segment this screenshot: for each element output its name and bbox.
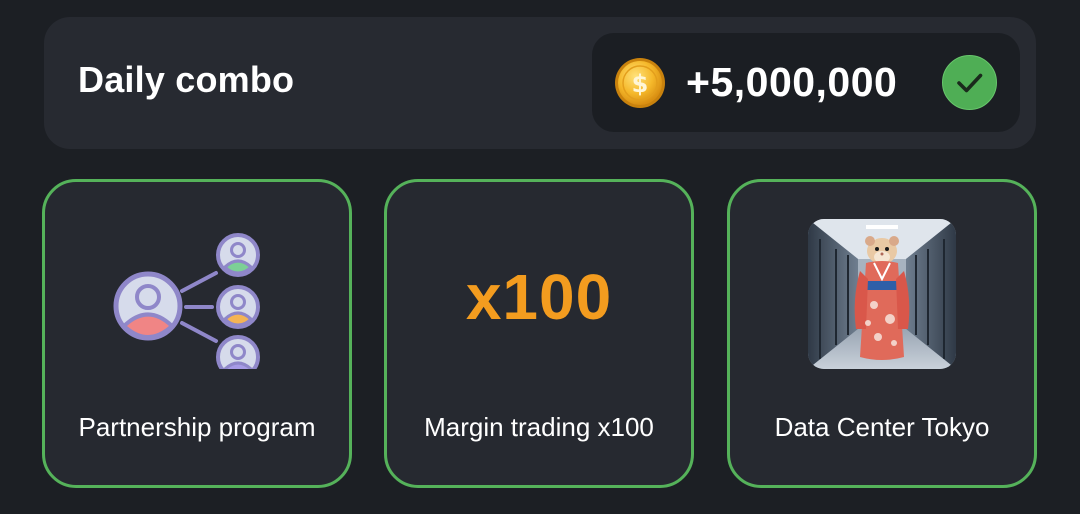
dollar-coin-icon: $ [615,58,665,108]
card-label: Margin trading x100 [424,412,654,442]
reward-pill: $ +5,000,000 [592,33,1020,132]
card-art [730,216,1034,372]
svg-text:$: $ [632,70,649,98]
card-label: Partnership program [78,412,316,442]
combo-card-data-center-tokyo[interactable]: Data Center Tokyo [727,179,1037,488]
combo-card-partnership-program[interactable]: Partnership program [42,179,352,488]
hamster-kimono-photo [808,219,956,369]
daily-combo-header: Daily combo $ +5,000,000 [44,17,1036,149]
card-label: Data Center Tokyo [774,412,990,442]
card-art [45,216,349,372]
combo-card-margin-trading[interactable]: x100 Margin trading x100 [384,179,694,488]
reward-amount: +5,000,000 [686,59,898,105]
x100-art-text: x100 [465,261,613,333]
check-circle-icon [942,55,997,110]
card-art: x100 [387,216,691,372]
referral-network-icon [113,233,260,369]
page-title: Daily combo [78,59,295,100]
